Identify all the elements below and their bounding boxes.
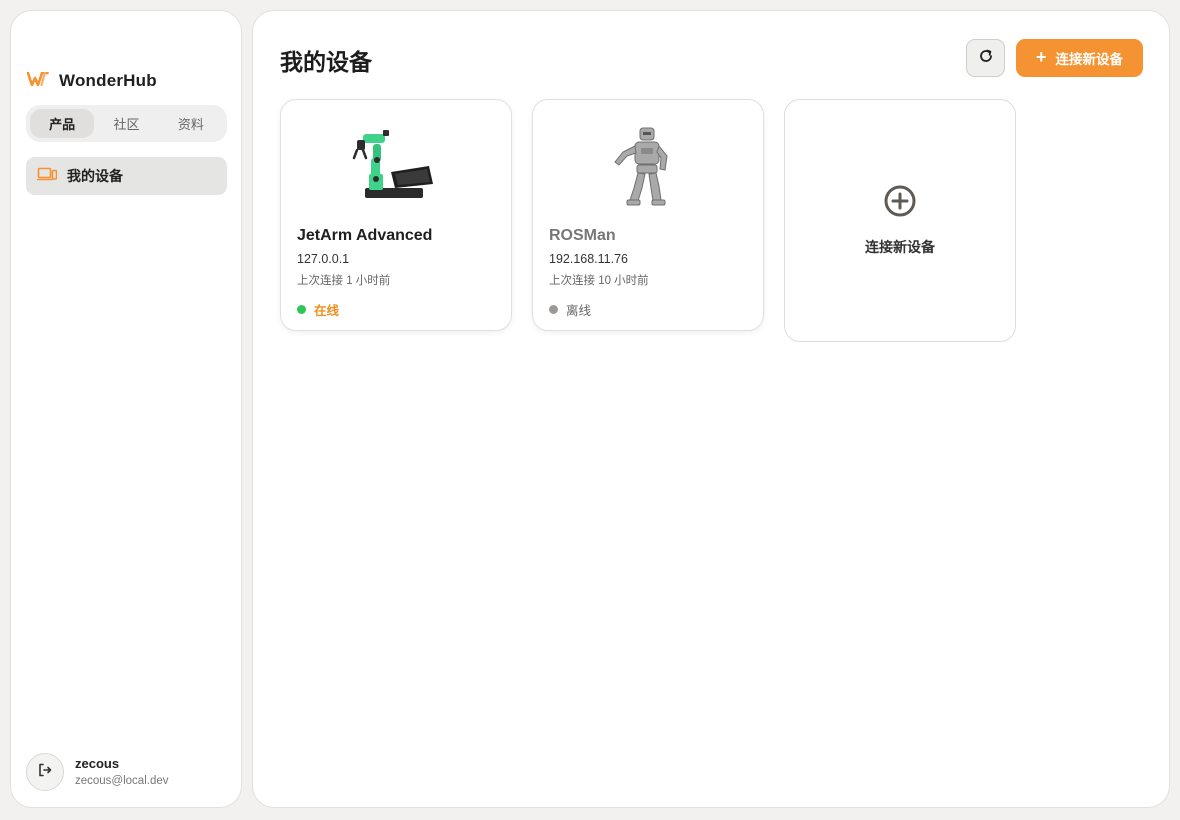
sidebar-item-my-devices[interactable]: 我的设备 <box>26 157 227 195</box>
connect-new-device-label: 连接新设备 <box>1055 52 1124 67</box>
device-last-connected: 上次连接 10 小时前 <box>549 275 649 287</box>
device-last-connected: 上次连接 1 小时前 <box>297 275 391 287</box>
refresh-button[interactable] <box>966 39 1005 77</box>
device-name: JetArm Advanced <box>297 227 433 244</box>
wonderhub-logo-icon <box>26 71 49 91</box>
connect-new-device-button[interactable]: + 连接新设备 <box>1016 39 1143 77</box>
device-card-jetarm[interactable]: JetArm Advanced 127.0.0.1 上次连接 1 小时前 在线 <box>280 99 512 331</box>
status-badge: 离线 <box>549 300 591 319</box>
device-card-rosman[interactable]: ROSMan 192.168.11.76 上次连接 10 小时前 离线 <box>532 99 764 331</box>
device-ip: 127.0.0.1 <box>297 252 350 266</box>
plus-icon: + <box>1035 47 1047 67</box>
status-offline-dot <box>549 305 558 314</box>
logout-icon <box>37 762 53 783</box>
page-title: 我的设备 <box>280 49 372 75</box>
app-name: WonderHub <box>59 71 157 90</box>
user-name: zecous <box>75 755 120 771</box>
logout-button[interactable] <box>26 753 64 791</box>
refresh-icon <box>978 48 994 69</box>
status-text: 离线 <box>566 304 592 318</box>
status-text: 在线 <box>314 304 340 318</box>
laptop-icon <box>36 167 58 186</box>
add-device-card[interactable]: 连接新设备 <box>784 99 1016 342</box>
status-badge: 在线 <box>297 300 339 319</box>
sidebar-item-label: 我的设备 <box>67 168 123 184</box>
tab-resources[interactable]: 资料 <box>159 109 223 138</box>
user-panel: zecous zecous@local.dev <box>26 753 169 791</box>
device-ip: 192.168.11.76 <box>549 252 629 266</box>
robot-arm-image <box>281 122 511 212</box>
device-name: ROSMan <box>549 227 616 244</box>
tab-products[interactable]: 产品 <box>30 109 95 138</box>
humanoid-robot-image <box>533 122 763 212</box>
add-device-label: 连接新设备 <box>865 239 935 255</box>
sidebar: WonderHub 产品 社区 资料 我的设备 zecous zecous@lo… <box>10 10 242 808</box>
main-panel: 我的设备 + 连接新设备 JetArm Advanced 127.0.0.1 上… <box>252 10 1170 808</box>
user-email: zecous@local.dev <box>75 774 169 787</box>
plus-circle-icon <box>883 184 917 223</box>
status-online-dot <box>297 305 306 314</box>
brand: WonderHub <box>26 71 157 91</box>
product-tabs: 产品 社区 资料 <box>26 105 227 142</box>
user-info: zecous zecous@local.dev <box>75 756 169 787</box>
tab-community[interactable]: 社区 <box>94 109 158 138</box>
